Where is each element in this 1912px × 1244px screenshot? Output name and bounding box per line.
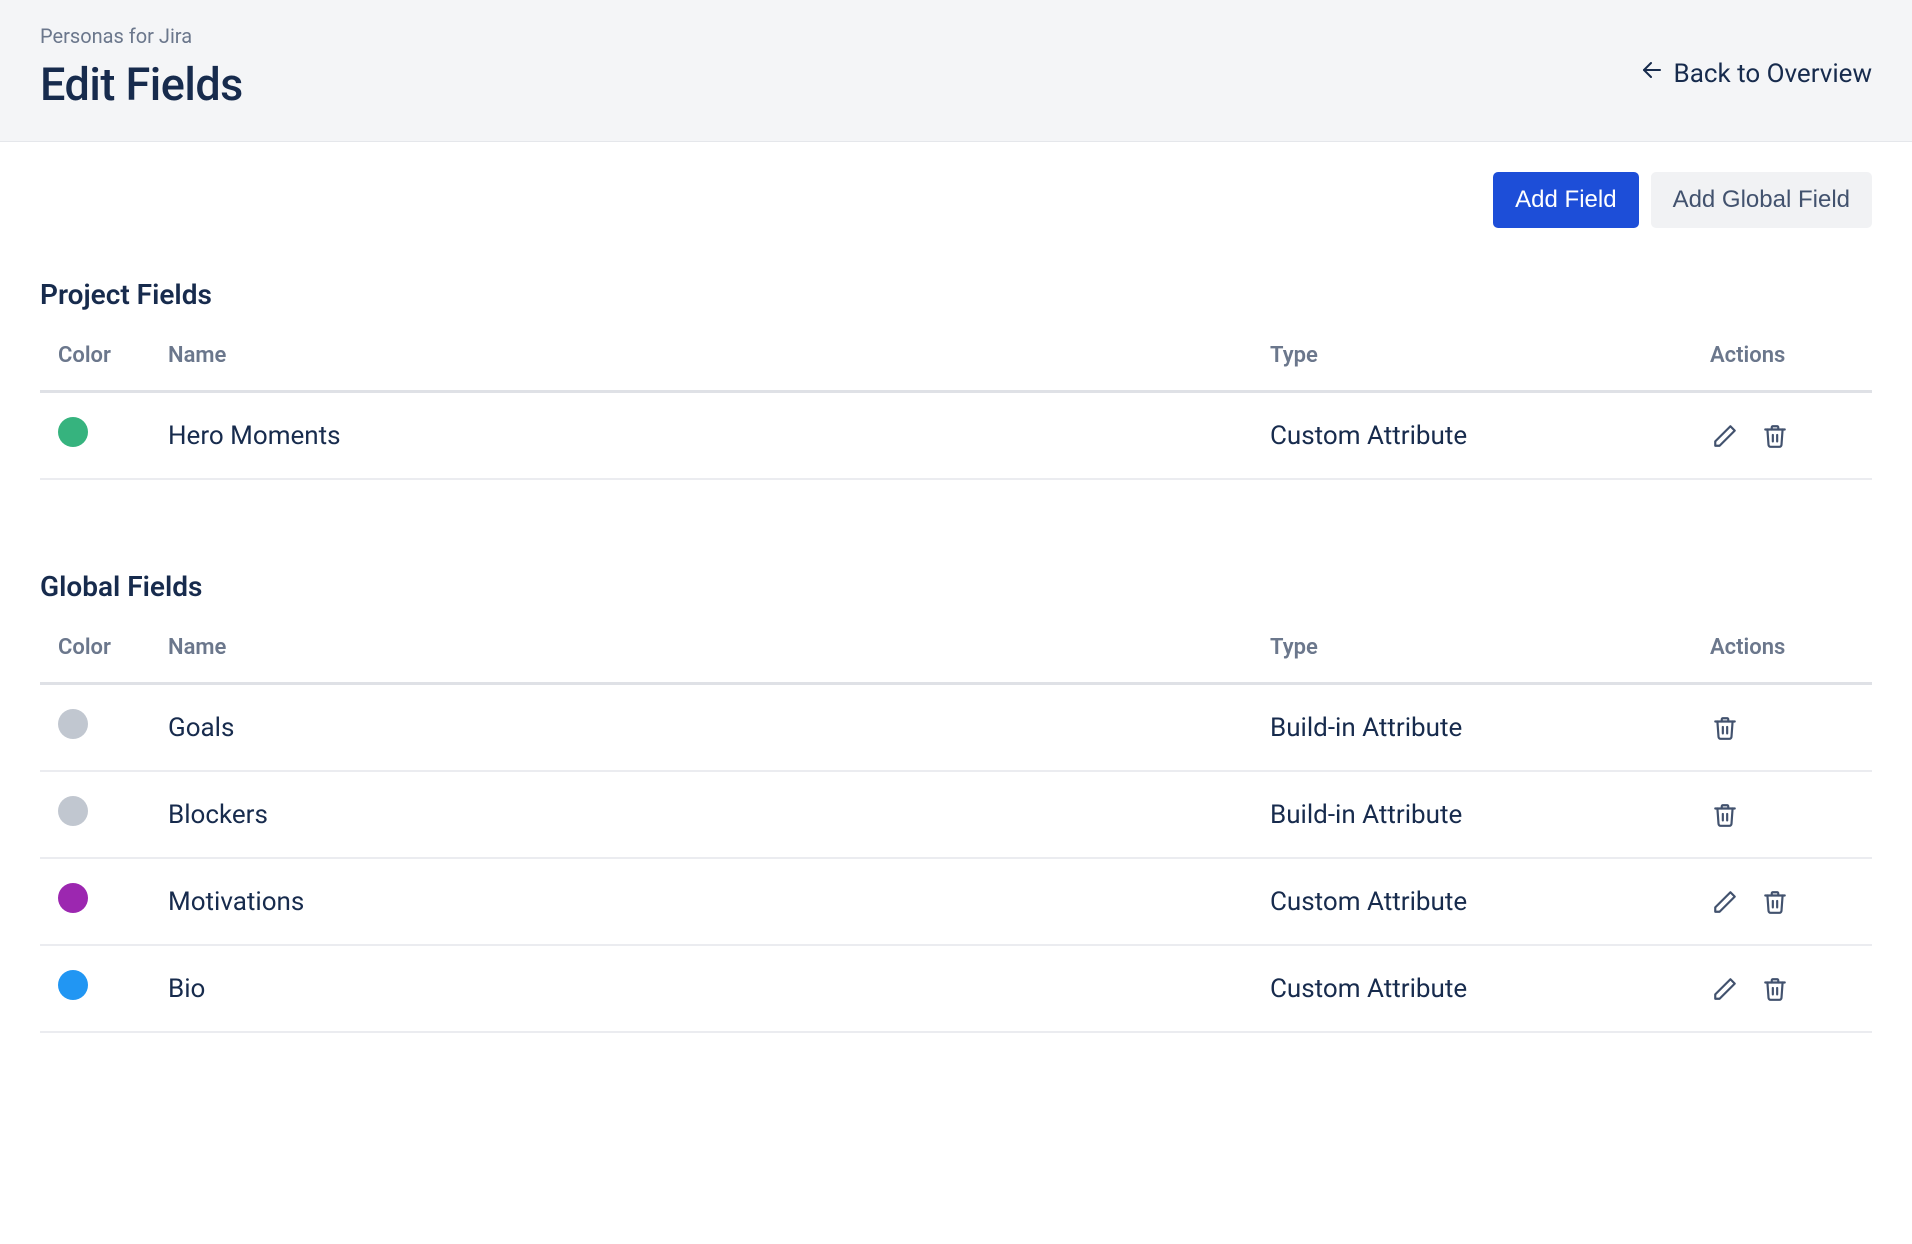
color-cell — [40, 771, 150, 858]
type-cell: Custom Attribute — [1252, 945, 1692, 1032]
actions-cell — [1692, 771, 1872, 858]
color-swatch — [58, 970, 88, 1000]
col-header-color: Color — [40, 329, 150, 392]
table-row: GoalsBuild-in Attribute — [40, 684, 1872, 772]
type-cell: Custom Attribute — [1252, 858, 1692, 945]
delete-button[interactable] — [1710, 800, 1740, 830]
actions-wrap — [1710, 887, 1854, 917]
delete-button[interactable] — [1710, 713, 1740, 743]
add-field-button[interactable]: Add Field — [1493, 172, 1638, 228]
table-row: BioCustom Attribute — [40, 945, 1872, 1032]
color-cell — [40, 684, 150, 772]
actions-cell — [1692, 858, 1872, 945]
actions-wrap — [1710, 800, 1854, 830]
page-title: Edit Fields — [40, 58, 243, 111]
content-area: Add Field Add Global Field Project Field… — [0, 142, 1912, 1153]
color-cell — [40, 392, 150, 480]
color-swatch — [58, 709, 88, 739]
table-row: MotivationsCustom Attribute — [40, 858, 1872, 945]
edit-button[interactable] — [1710, 421, 1740, 451]
actions-cell — [1692, 684, 1872, 772]
delete-button[interactable] — [1760, 974, 1790, 1004]
color-cell — [40, 858, 150, 945]
col-header-actions: Actions — [1692, 329, 1872, 392]
delete-button[interactable] — [1760, 421, 1790, 451]
pencil-icon — [1712, 423, 1738, 449]
table-row: Hero MomentsCustom Attribute — [40, 392, 1872, 480]
name-cell: Bio — [150, 945, 1252, 1032]
project-fields-title: Project Fields — [40, 278, 1872, 311]
type-cell: Custom Attribute — [1252, 392, 1692, 480]
type-cell: Build-in Attribute — [1252, 684, 1692, 772]
trash-icon — [1762, 976, 1788, 1002]
trash-icon — [1712, 715, 1738, 741]
table-row: BlockersBuild-in Attribute — [40, 771, 1872, 858]
col-header-name: Name — [150, 329, 1252, 392]
global-fields-table: Color Name Type Actions GoalsBuild-in At… — [40, 621, 1872, 1033]
color-swatch — [58, 417, 88, 447]
name-cell: Motivations — [150, 858, 1252, 945]
global-fields-title: Global Fields — [40, 570, 1872, 603]
color-cell — [40, 945, 150, 1032]
project-fields-section: Project Fields Color Name Type Actions H… — [40, 278, 1872, 480]
breadcrumb: Personas for Jira — [40, 24, 243, 48]
type-cell: Build-in Attribute — [1252, 771, 1692, 858]
global-fields-section: Global Fields Color Name Type Actions Go… — [40, 570, 1872, 1033]
actions-wrap — [1710, 421, 1854, 451]
arrow-left-icon — [1640, 58, 1674, 89]
edit-button[interactable] — [1710, 974, 1740, 1004]
color-swatch — [58, 883, 88, 913]
col-header-color: Color — [40, 621, 150, 684]
edit-button[interactable] — [1710, 887, 1740, 917]
actions-wrap — [1710, 974, 1854, 1004]
add-global-field-button[interactable]: Add Global Field — [1651, 172, 1872, 228]
actions-cell — [1692, 945, 1872, 1032]
page-header: Personas for Jira Edit Fields Back to Ov… — [0, 0, 1912, 142]
name-cell: Hero Moments — [150, 392, 1252, 480]
back-to-overview-link[interactable]: Back to Overview — [1640, 58, 1873, 89]
col-header-actions: Actions — [1692, 621, 1872, 684]
toolbar: Add Field Add Global Field — [40, 172, 1872, 228]
actions-cell — [1692, 392, 1872, 480]
col-header-type: Type — [1252, 329, 1692, 392]
trash-icon — [1712, 802, 1738, 828]
back-to-overview-label: Back to Overview — [1674, 59, 1873, 89]
actions-wrap — [1710, 713, 1854, 743]
color-swatch — [58, 796, 88, 826]
pencil-icon — [1712, 889, 1738, 915]
name-cell: Goals — [150, 684, 1252, 772]
trash-icon — [1762, 889, 1788, 915]
header-left: Personas for Jira Edit Fields — [40, 24, 243, 111]
trash-icon — [1762, 423, 1788, 449]
pencil-icon — [1712, 976, 1738, 1002]
delete-button[interactable] — [1760, 887, 1790, 917]
name-cell: Blockers — [150, 771, 1252, 858]
project-fields-table: Color Name Type Actions Hero MomentsCust… — [40, 329, 1872, 480]
col-header-type: Type — [1252, 621, 1692, 684]
col-header-name: Name — [150, 621, 1252, 684]
